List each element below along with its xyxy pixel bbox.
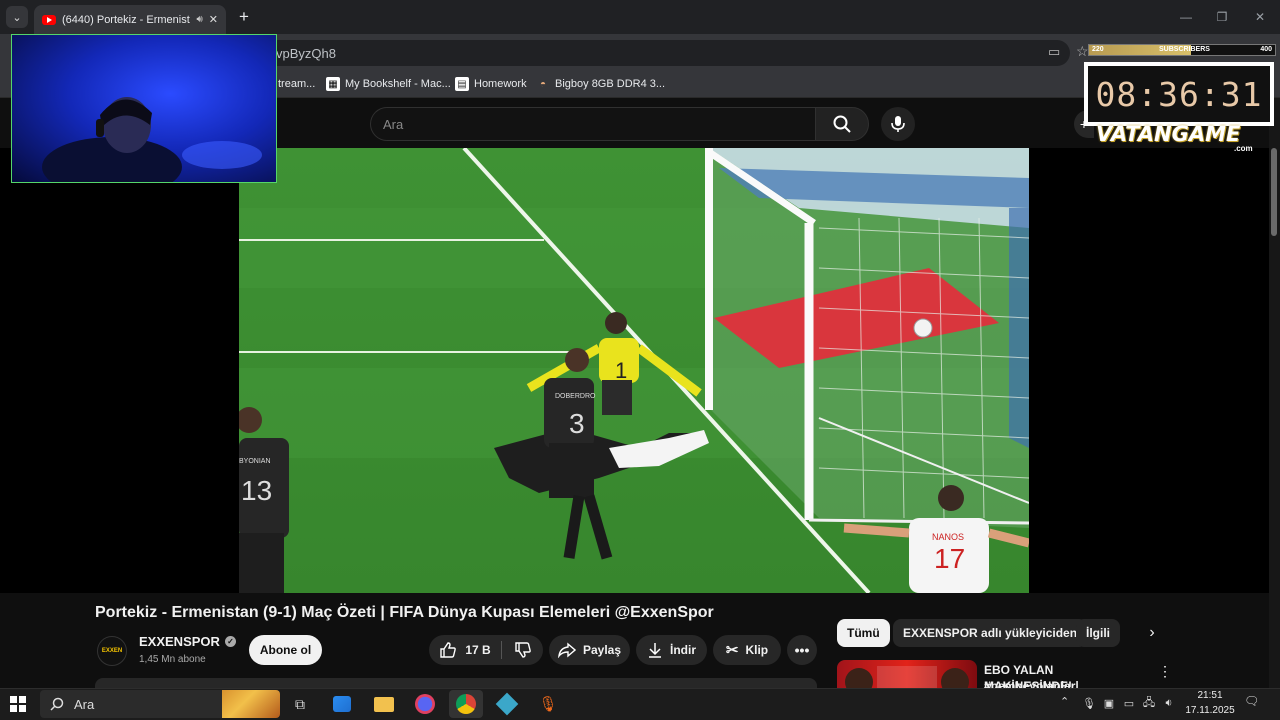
download-icon [649, 643, 661, 658]
tray-overflow-chevron-icon[interactable]: ⌃ [1060, 695, 1074, 711]
speaker-icon[interactable]: 🔊︎ [196, 14, 202, 25]
player-letterbox-left [0, 148, 239, 593]
bookmark-item[interactable]: ▤ Homework [455, 76, 527, 92]
taskbar-clock-date[interactable]: 17.11.2025 [1180, 705, 1240, 716]
store-icon[interactable] [325, 690, 359, 718]
channel-subscriber-count: 1,45 Mn abone [139, 654, 206, 665]
subscribe-button[interactable]: Abone ol [249, 635, 322, 665]
more-horizontal-icon: ••• [794, 642, 810, 658]
player-number: 17 [934, 543, 965, 574]
microphone-app-icon[interactable]: 🎙︎ [531, 690, 565, 718]
chip-from-uploader[interactable]: EXXENSPOR adlı yükleyiciden [893, 619, 1088, 647]
tray-network-icon[interactable]: 🖧︎ [1140, 694, 1158, 712]
pattern-favicon-icon: ▦ [326, 77, 340, 91]
recommended-video-thumbnail[interactable] [837, 660, 977, 690]
webcam-overlay [11, 34, 277, 183]
windows-start-icon[interactable] [8, 694, 30, 714]
chevron-right-icon[interactable]: › [1140, 621, 1164, 645]
bookmark-item[interactable]: ◓ Bigboy 8GB DDR4 3... [536, 76, 665, 92]
channel-avatar[interactable]: EXXEN [97, 636, 127, 666]
microphone-icon [891, 116, 905, 132]
taskbar-clock-time[interactable]: 21:51 [1180, 690, 1240, 701]
browser-tab-active[interactable]: (6440) Portekiz - Ermenistan 🔊︎ ✕ [34, 5, 226, 34]
file-explorer-icon[interactable] [367, 690, 401, 718]
share-button[interactable]: Paylaş [549, 635, 630, 665]
tab-title: (6440) Portekiz - Ermenistan [62, 13, 191, 26]
recommended-video-hashtag: #pembeyolanlar [984, 679, 1076, 688]
address-bar[interactable]: vpByzQh8 [150, 40, 1070, 66]
clip-button[interactable]: ✂ Klip [713, 635, 781, 665]
taskbar-search-input[interactable]: Ara [40, 690, 280, 718]
video-frame: 1 DOBERDRO 3 BYONIAN 13 NANOS 17 [239, 148, 1029, 593]
verified-check-icon: ✓ [224, 636, 236, 647]
scrollbar-thumb[interactable] [1271, 148, 1277, 236]
player-name: NANOS [932, 532, 964, 542]
webcam-person [42, 97, 262, 182]
stream-timer: 08:36:31 [1084, 62, 1274, 126]
tab-close-icon[interactable]: ✕ [209, 13, 218, 26]
video-title: Portekiz - Ermenistan (9-1) Maç Özeti | … [95, 604, 714, 621]
bookmark-item[interactable]: tream... [278, 76, 315, 92]
thumbs-up-icon [440, 642, 457, 658]
youtube-favicon-icon [42, 14, 56, 25]
tray-volume-icon[interactable]: 🔉︎ [1160, 694, 1178, 712]
chrome-icon[interactable] [449, 690, 483, 718]
download-button[interactable]: İndir [636, 635, 707, 665]
subscriber-label: SUBSCRIBERS [1159, 46, 1210, 53]
player-name: DOBERDRO [555, 393, 596, 400]
player-letterbox-right [1029, 148, 1269, 593]
more-vertical-icon[interactable]: ⋮ [1158, 662, 1172, 680]
subscriber-current: 220 [1092, 46, 1104, 53]
channel-name-link[interactable]: EXXENSPOR ✓ [139, 634, 236, 649]
subscriber-goal-bar: 220 SUBSCRIBERS 400 [1088, 44, 1276, 56]
player-number: 1 [615, 358, 627, 383]
chip-all[interactable]: Tümü [837, 619, 890, 647]
scissors-icon: ✂ [725, 642, 739, 659]
tray-microphone-icon[interactable]: 🎙︎ [1080, 694, 1098, 712]
window-minimize-button[interactable]: — [1176, 8, 1196, 26]
sponsor-logo-suffix: .com [1234, 144, 1253, 153]
like-count: 17 B [465, 643, 491, 657]
new-tab-button[interactable]: + [234, 7, 254, 27]
bowl-favicon-icon: ◓ [539, 78, 547, 90]
window-restore-button[interactable]: ❐ [1212, 8, 1232, 26]
notification-icon[interactable]: 🗨︎ [1244, 694, 1262, 712]
window-close-button[interactable]: ✕ [1250, 8, 1270, 26]
page-favicon-icon: ▤ [455, 77, 469, 91]
chip-related[interactable]: İlgili [1076, 619, 1120, 647]
dislike-button[interactable] [502, 635, 543, 665]
search-highlight-art [222, 690, 280, 718]
player-name: BYONIAN [239, 458, 271, 465]
channel-logo-text: EXXEN [101, 648, 123, 654]
thumbs-down-icon [514, 642, 531, 658]
tray-battery-icon[interactable]: ▭ [1120, 694, 1138, 712]
url-text: vpByzQh8 [276, 45, 336, 61]
search-button[interactable] [815, 107, 869, 141]
timer-value: 08:36:31 [1088, 66, 1270, 122]
bookmark-item[interactable]: ▦ My Bookshelf - Mac... [326, 76, 451, 92]
search-icon [833, 115, 851, 133]
search-input[interactable]: Ara [370, 107, 816, 141]
more-actions-button[interactable]: ••• [787, 635, 817, 665]
tab-search-button[interactable]: ⌄ [6, 6, 28, 28]
subscriber-goal: 400 [1260, 46, 1272, 53]
search-icon [50, 697, 64, 711]
task-view-icon[interactable]: ⧉ [283, 690, 317, 718]
discord-icon[interactable] [408, 690, 442, 718]
thumbnail-art [845, 666, 969, 690]
tray-screen-icon[interactable]: ▣ [1100, 694, 1118, 712]
player-number: 13 [241, 475, 272, 506]
video-player[interactable]: 1 DOBERDRO 3 BYONIAN 13 NANOS 17 [239, 148, 1029, 593]
like-button[interactable]: 17 B [429, 635, 501, 665]
app-diamond-icon[interactable] [490, 690, 524, 718]
share-icon [558, 642, 576, 658]
chevron-down-icon: ⌄ [12, 11, 22, 24]
player-number: 3 [569, 408, 585, 439]
voice-search-button[interactable] [881, 107, 915, 141]
cast-icon[interactable]: ▭ [1048, 44, 1066, 60]
